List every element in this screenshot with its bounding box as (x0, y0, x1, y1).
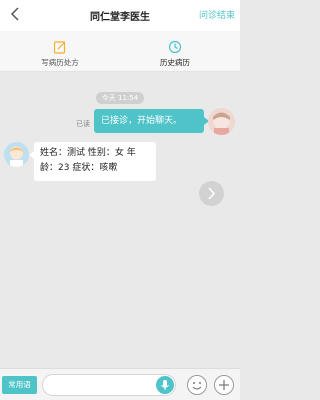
common-phrases-button[interactable]: 常用语 (2, 376, 37, 394)
write-prescription-label: 写病历处方 (41, 58, 79, 67)
mic-icon (161, 380, 169, 390)
history-records-button[interactable]: 历史病历 (130, 31, 220, 72)
write-prescription-button[interactable]: 写病历处方 (15, 31, 105, 72)
page-title: 同仁堂李医生 (90, 12, 150, 23)
edit-prescription-icon (53, 41, 66, 54)
read-status: 已读 (76, 120, 90, 128)
patient-info-bubble: 姓名：测试 性别：女 年 龄：23 症状：咳嗽 (29, 142, 156, 181)
clock-icon (168, 40, 182, 54)
chevron-right-icon (208, 187, 216, 200)
history-records-label: 历史病历 (160, 58, 190, 67)
patient-avatar[interactable] (4, 142, 29, 167)
chat-header: 同仁堂李医生 问诊结束 (0, 0, 240, 31)
patient-avatar-image (4, 142, 29, 167)
timestamp-pill: 今天 11:54 (96, 92, 144, 104)
next-button[interactable] (199, 181, 224, 206)
plus-icon[interactable] (213, 374, 235, 396)
end-consultation-button[interactable]: 问诊结束 (199, 8, 235, 21)
chevron-left-icon[interactable] (9, 6, 21, 22)
mic-button[interactable] (156, 376, 174, 394)
input-bar: 常用语 (0, 368, 240, 400)
patient-info-line-1: 姓名：测试 性别：女 年 (40, 148, 136, 158)
patient-info-line-2: 龄：23 症状：咳嗽 (40, 163, 118, 173)
doctor-avatar[interactable] (208, 108, 235, 135)
emoji-icon[interactable] (186, 374, 208, 396)
action-toolbar: 写病历处方 历史病历 (0, 31, 240, 72)
doctor-avatar-image (208, 108, 235, 135)
doctor-message-bubble: 已接诊，开始聊天。 (94, 109, 209, 133)
